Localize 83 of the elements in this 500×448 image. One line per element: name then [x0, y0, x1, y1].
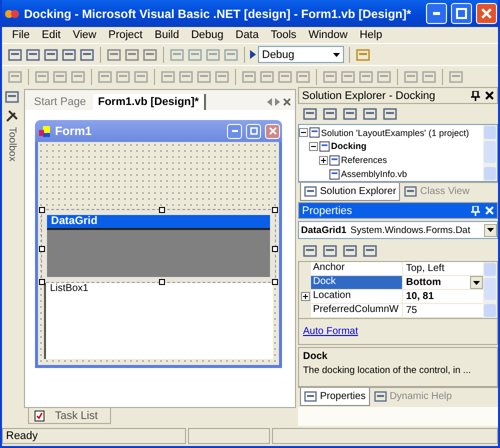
auto-format-link[interactable]: Auto Format [303, 326, 358, 337]
menu-item[interactable]: Edit [36, 29, 67, 41]
datagrid[interactable]: DataGrid [47, 215, 270, 277]
resize-handle[interactable] [272, 207, 278, 213]
property-name[interactable]: Anchor [311, 262, 403, 275]
resize-handle[interactable] [39, 246, 45, 252]
file-icon [329, 154, 340, 166]
resize-handle[interactable] [158, 207, 164, 213]
description-title: Dock [303, 351, 328, 362]
document-tab[interactable]: Form1.vb [Design]* [92, 94, 206, 110]
window-title: Docking - Microsoft Visual Basic .NET [design] - Form1.vb [Design]* [24, 6, 412, 20]
menu-item[interactable]: Project [102, 29, 149, 41]
form-title: Form1 [55, 124, 93, 138]
menu-item[interactable]: Data [230, 29, 265, 41]
property-name[interactable]: Dock [311, 276, 403, 289]
property-value[interactable]: Top, Left [403, 263, 483, 274]
description-text: The docking location of the control, in ... [303, 365, 472, 377]
scroll-left-icon[interactable] [267, 98, 272, 106]
menu-item[interactable]: View [66, 29, 102, 41]
close-button[interactable] [265, 124, 280, 138]
expand-toggle-icon[interactable] [319, 156, 328, 164]
property-value[interactable]: Bottom [403, 277, 470, 288]
resize-handle[interactable] [158, 279, 164, 285]
resize-handle[interactable] [272, 246, 278, 252]
panel-tab[interactable]: Solution Explorer [300, 183, 400, 201]
play-icon[interactable] [250, 50, 256, 59]
form-window[interactable]: Form1 DataGrid ListBox1 [35, 120, 282, 368]
tree-item[interactable]: AssemblyInfo.vb [341, 169, 408, 179]
file-icon [319, 140, 330, 152]
file-icon [329, 168, 340, 180]
tree-item[interactable]: Docking [331, 141, 367, 151]
vertical-scrollbar[interactable] [483, 262, 497, 318]
menu-item[interactable]: Window [302, 29, 354, 41]
close-button[interactable] [476, 3, 497, 24]
object-dropdown[interactable]: DataGrid1 System.Windows.Forms.Dat [298, 221, 498, 239]
document-tab[interactable]: Start Page [29, 94, 91, 110]
panel-tab[interactable]: Properties [300, 388, 370, 406]
resize-handle[interactable] [272, 279, 278, 285]
panel-title: Solution Explorer - Docking [302, 90, 436, 102]
expand-toggle-icon[interactable] [300, 292, 310, 301]
property-name[interactable]: Location [311, 290, 403, 303]
status-text: Ready [6, 430, 38, 442]
property-name[interactable]: PreferredColumnW [311, 304, 403, 317]
pin-icon[interactable] [471, 90, 480, 100]
panel-title: Properties [302, 204, 354, 216]
toolbox-tab[interactable]: Toolbox [6, 127, 18, 162]
task-list-tab[interactable]: Task List [28, 408, 111, 424]
vertical-scrollbar[interactable] [483, 125, 497, 181]
menu-item[interactable]: Debug [185, 29, 230, 41]
tree-item[interactable]: Solution 'LayoutExamples' (1 project) [321, 128, 470, 138]
minimize-icon [433, 12, 440, 15]
collapse-toggle-icon[interactable] [309, 142, 318, 150]
close-icon[interactable] [485, 91, 494, 100]
menu-item[interactable]: File [6, 29, 36, 41]
file-icon [309, 127, 320, 138]
dropdown-caret-icon[interactable] [473, 280, 480, 284]
menu-item[interactable]: Tools [264, 29, 302, 41]
resize-handle[interactable] [39, 279, 45, 285]
maximize-icon [250, 127, 258, 135]
maximize-icon [456, 8, 467, 19]
minimize-button[interactable] [227, 124, 242, 138]
dropdown-caret-icon[interactable] [333, 52, 340, 56]
property-value[interactable]: 10, 81 [403, 291, 483, 302]
collapse-toggle-icon[interactable] [299, 128, 308, 137]
listbox[interactable]: ListBox1 [44, 283, 273, 359]
form-icon [38, 124, 51, 138]
menu-item[interactable]: Help [354, 29, 388, 41]
value-dropdown-button[interactable] [470, 276, 483, 289]
maximize-button[interactable] [451, 3, 472, 24]
configuration-dropdown[interactable]: Debug [258, 46, 344, 63]
resize-handle[interactable] [39, 207, 45, 213]
minimize-icon [232, 130, 238, 132]
scroll-right-icon[interactable] [275, 98, 280, 106]
minimize-button[interactable] [426, 3, 447, 24]
property-value[interactable]: 75 [403, 305, 483, 316]
datagrid-caption: DataGrid [47, 215, 270, 230]
menu-item[interactable]: Build [148, 29, 186, 41]
hammer-icon[interactable] [5, 109, 19, 123]
tree-item[interactable]: References [341, 155, 388, 165]
maximize-button[interactable] [246, 124, 261, 138]
listbox-label: ListBox1 [50, 283, 88, 294]
checklist-icon [34, 410, 45, 422]
dropdown-caret-icon[interactable] [487, 228, 494, 232]
